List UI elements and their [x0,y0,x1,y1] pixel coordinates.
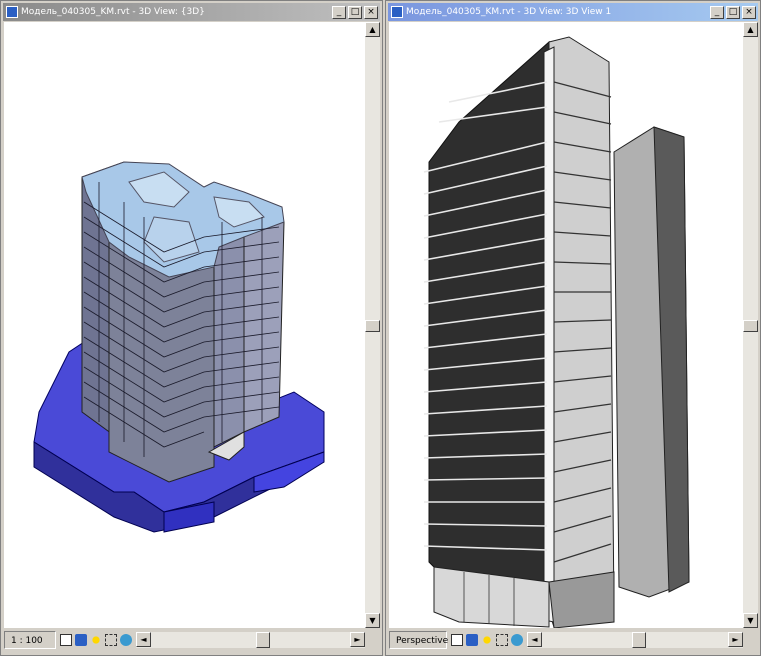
scroll-thumb[interactable] [365,320,380,332]
left-view-window[interactable]: Модель_040305_KM.rvt - 3D View: {3D} _ □… [0,0,383,656]
view-cube-icon[interactable] [60,634,72,646]
view-control-bar: 1 : 100 ◄ ► [4,629,365,651]
3d-view-canvas[interactable] [4,22,365,628]
horizontal-scrollbar[interactable]: ◄ ► [136,632,365,648]
scroll-up-button[interactable]: ▲ [743,22,758,37]
scroll-left-button[interactable]: ◄ [136,632,151,647]
hide-isolate-icon[interactable] [120,634,132,646]
maximize-button[interactable]: □ [348,5,362,19]
vertical-scrollbar[interactable]: ▲ ▼ [365,22,380,628]
model-graphics-icon[interactable] [466,634,478,646]
3d-view-canvas[interactable] [389,22,743,628]
crop-icon[interactable] [496,634,508,646]
vertical-scrollbar[interactable]: ▲ ▼ [743,22,758,628]
scroll-thumb[interactable] [743,320,758,332]
scroll-right-button[interactable]: ► [728,632,743,647]
hide-isolate-icon[interactable] [511,634,523,646]
close-button[interactable]: × [364,5,378,19]
scroll-down-button[interactable]: ▼ [365,613,380,628]
model-graphics-icon[interactable] [75,634,87,646]
view-projection[interactable]: Perspective [389,631,448,649]
revit-document-icon [391,6,403,18]
scroll-right-button[interactable]: ► [350,632,365,647]
building-model-shaded-perspective [423,36,690,628]
horizontal-scrollbar[interactable]: ◄ ► [527,632,743,648]
crop-icon[interactable] [105,634,117,646]
scroll-left-button[interactable]: ◄ [527,632,542,647]
minimize-button[interactable]: _ [710,5,724,19]
title-bar[interactable]: Модель_040305_KM.rvt - 3D View: 3D View … [388,3,758,21]
right-view-window[interactable]: Модель_040305_KM.rvt - 3D View: 3D View … [385,0,761,656]
horizontal-scroll-thumb[interactable] [256,632,270,648]
view-scale[interactable]: 1 : 100 [4,631,56,649]
scroll-up-button[interactable]: ▲ [365,22,380,37]
revit-document-icon [6,6,18,18]
horizontal-scroll-thumb[interactable] [632,632,646,648]
shadows-icon[interactable] [481,634,493,646]
building-model-transparent [33,161,325,533]
close-button[interactable]: × [742,5,756,19]
window-title: Модель_040305_KM.rvt - 3D View: 3D View … [406,7,612,17]
shadows-icon[interactable] [90,634,102,646]
minimize-button[interactable]: _ [332,5,346,19]
window-title: Модель_040305_KM.rvt - 3D View: {3D} [21,7,205,17]
view-cube-icon[interactable] [451,634,463,646]
title-bar[interactable]: Модель_040305_KM.rvt - 3D View: {3D} _ □… [3,3,380,21]
view-control-bar: Perspective ◄ ► [389,629,743,651]
maximize-button[interactable]: □ [726,5,740,19]
scroll-down-button[interactable]: ▼ [743,613,758,628]
